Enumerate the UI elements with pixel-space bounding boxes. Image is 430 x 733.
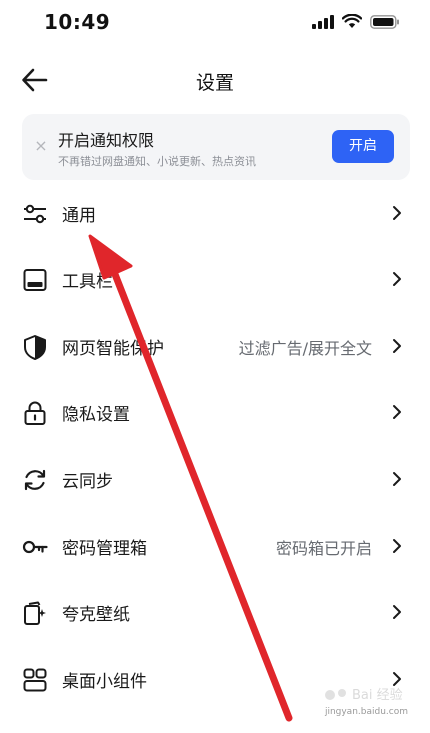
settings-item-label: 工具栏	[62, 272, 113, 292]
settings-item-wallpaper[interactable]: 夸克壁纸	[0, 579, 430, 645]
notification-permission-banner: × 开启通知权限 不再错过网盘通知、小说更新、热点资讯 开启	[22, 114, 410, 180]
sync-icon	[24, 469, 46, 491]
status-icons	[312, 14, 400, 29]
chevron-right-icon	[393, 339, 401, 353]
settings-item-toolbar[interactable]: 工具栏	[0, 246, 430, 312]
settings-item-label: 隐私设置	[62, 405, 130, 425]
chevron-right-icon	[393, 405, 401, 419]
chevron-right-icon	[393, 605, 401, 619]
toolbar-icon	[23, 269, 47, 291]
wifi-icon	[342, 14, 362, 28]
settings-item-general[interactable]: 通用	[0, 180, 430, 246]
settings-item-value: 过滤广告/展开全文	[238, 339, 372, 358]
settings-item-cloud-sync[interactable]: 云同步	[0, 446, 430, 512]
settings-item-label: 夸克壁纸	[62, 605, 130, 625]
chevron-right-icon	[393, 206, 401, 220]
status-bar: 10:49	[0, 0, 430, 46]
enable-notifications-button[interactable]: 开启	[332, 130, 394, 163]
notice-title: 开启通知权限	[58, 131, 155, 150]
settings-item-label: 通用	[62, 206, 96, 226]
close-icon[interactable]: ×	[32, 136, 50, 156]
settings-item-label: 桌面小组件	[62, 672, 147, 692]
lock-icon	[24, 401, 46, 425]
shield-icon	[24, 335, 46, 360]
settings-item-value: 密码箱已开启	[275, 539, 372, 558]
settings-item-privacy[interactable]: 隐私设置	[0, 379, 430, 445]
chevron-right-icon	[393, 472, 401, 486]
watermark-url: jingyan.baidu.com	[324, 707, 408, 717]
key-icon	[22, 540, 48, 554]
battery-icon	[370, 14, 399, 29]
settings-item-web-protection[interactable]: 网页智能保护 过滤广告/展开全文	[0, 313, 430, 379]
settings-item-label: 密码管理箱	[62, 539, 147, 559]
wallpaper-icon	[24, 601, 46, 625]
settings-item-label: 云同步	[62, 472, 113, 492]
status-time: 10:49	[44, 10, 111, 34]
settings-item-password-manager[interactable]: 密码管理箱 密码箱已开启	[0, 513, 430, 579]
cellular-signal-icon	[312, 14, 334, 29]
settings-item-label: 网页智能保护	[62, 339, 164, 359]
nav-header: 设置	[0, 56, 430, 104]
chevron-right-icon	[393, 539, 401, 553]
chevron-right-icon	[393, 272, 401, 286]
widgets-icon	[23, 668, 47, 692]
svg-text:Bai 经验: Bai 经验	[352, 687, 403, 703]
page-title: 设置	[195, 72, 234, 94]
sliders-icon	[24, 204, 46, 224]
notice-subtitle: 不再错过网盘通知、小说更新、热点资讯	[58, 155, 256, 168]
settings-screen: 10:49 设置 × 开启通知权限 不再错过网盘通知、小说更新、热点资讯 开启 …	[0, 0, 430, 733]
